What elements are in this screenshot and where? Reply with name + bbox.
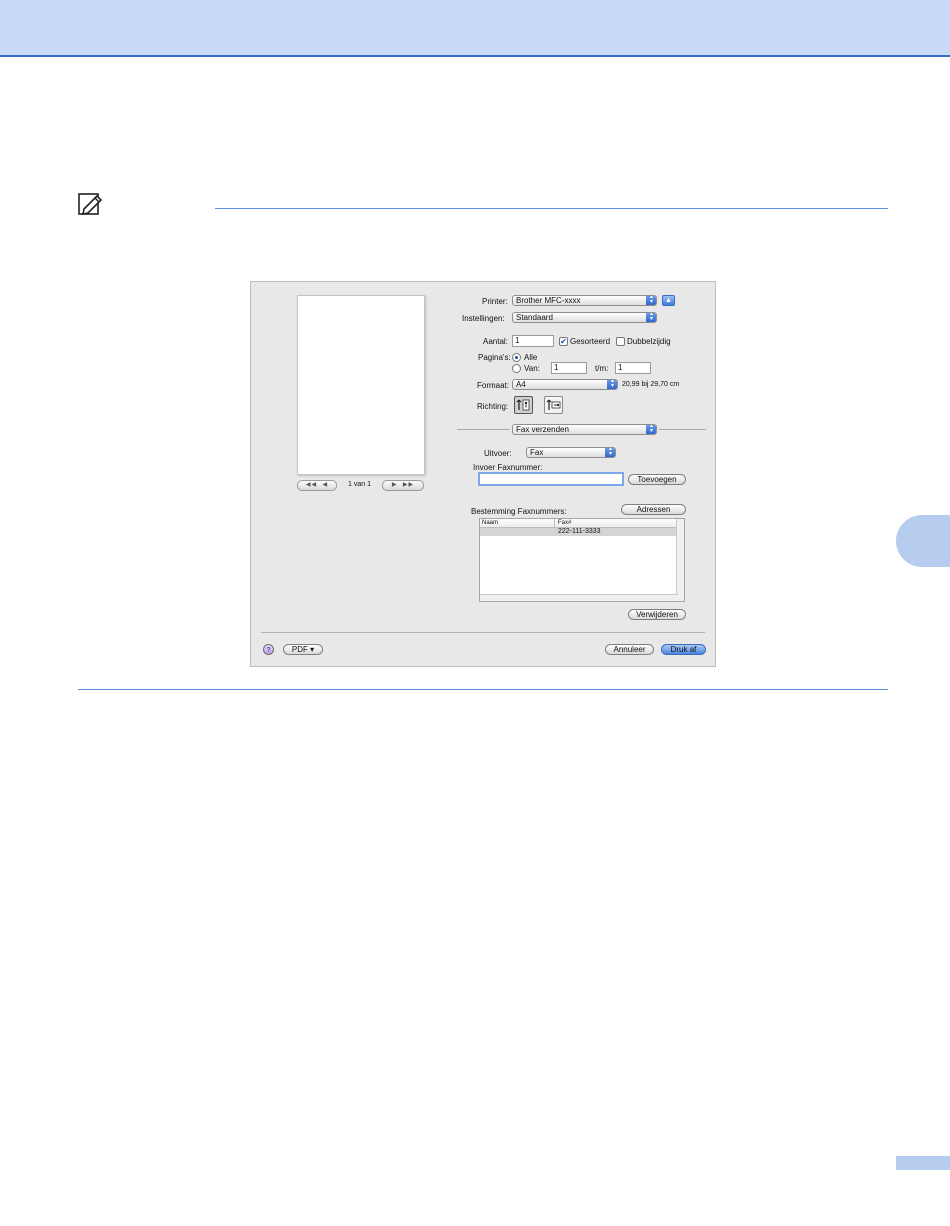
panel-separator-right [659,429,706,430]
bottom-divider [78,689,888,690]
settings-label: Instellingen: [462,314,505,323]
popup-arrows-icon: ▴ ▾ [646,296,656,305]
portrait-orientation-icon[interactable] [514,396,533,414]
vertical-scrollbar[interactable] [676,519,684,601]
pages-to-label: t/m: [595,364,609,373]
popup-arrows-icon: ▴ ▾ [607,380,617,389]
chapter-tab [896,515,950,567]
printer-select[interactable]: Brother MFC-xxxx ▴ ▾ [512,295,657,306]
popup-arrows-icon: ▴ ▾ [605,448,615,457]
copies-label: Aantal: [483,337,508,346]
nav-first-prev-buttons[interactable]: ◀◀ ◀ [297,480,337,491]
add-button[interactable]: Toevoegen [628,474,686,485]
output-value: Fax [530,448,544,457]
help-icon[interactable]: ? [263,644,274,655]
panel-separator-left [457,429,510,430]
popup-arrows-icon: ▴ ▾ [646,425,656,434]
print-button[interactable]: Druk af [661,644,706,655]
disclosure-up-icon[interactable]: ▲ [662,295,675,306]
panel-select[interactable]: Fax verzenden ▴ ▾ [512,424,657,435]
output-select[interactable]: Fax ▴ ▾ [526,447,616,458]
column-header-fax[interactable]: Fax# [558,519,571,527]
panel-value: Fax verzenden [516,425,569,434]
table-row[interactable]: 222-111-3333 [480,528,678,536]
horizontal-scrollbar[interactable] [480,594,678,601]
note-divider [215,208,888,209]
column-header-name[interactable]: Naam [482,519,498,527]
nav-next-last-buttons[interactable]: ▶ ▶▶ [382,480,424,491]
paper-size-label: Formaat: [477,381,510,390]
pages-all-label: Alle [524,353,538,362]
page-counter: 1 van 1 [348,481,371,488]
paper-size-value: A4 [516,380,526,389]
collated-checkbox[interactable]: ✔ [559,337,568,346]
footer-separator [261,632,705,633]
popup-arrows-icon: ▴ ▾ [646,313,656,322]
settings-value: Standaard [516,313,553,322]
page-preview [297,295,425,475]
destination-label: Bestemming Faxnummers: [471,507,567,516]
page-number-tab [896,1156,950,1170]
duplex-label: Dubbelzijdig [627,337,671,346]
row-fax: 222-111-3333 [558,528,601,535]
output-label: Uitvoer: [484,449,512,458]
copies-input[interactable]: 1 [512,335,554,347]
nav-next-icon[interactable]: ▶ [392,482,398,488]
print-dialog: ◀◀ ◀ 1 van 1 ▶ ▶▶ Printer: Brother MFC-x… [250,281,716,667]
nav-last-icon[interactable]: ▶▶ [403,482,414,488]
pages-to-input[interactable]: 1 [615,362,651,374]
nav-prev-icon[interactable]: ◀ [322,482,328,488]
orientation-label: Richting: [477,402,509,411]
printer-label: Printer: [482,297,508,306]
pages-range-label: Van: [524,364,540,373]
settings-select[interactable]: Standaard ▴ ▾ [512,312,657,323]
fax-number-input[interactable] [478,472,624,486]
address-button[interactable]: Adressen [621,504,686,515]
pages-from-input[interactable]: 1 [551,362,587,374]
page-header-band [0,0,950,57]
column-divider [554,519,555,527]
cancel-button[interactable]: Annuleer [605,644,654,655]
pages-label: Pagina's: [478,353,511,362]
paper-dimensions: 20,99 bij 29,70 cm [622,381,680,388]
delete-button[interactable]: Verwijderen [628,609,686,620]
note-pencil-icon [78,193,103,216]
landscape-orientation-icon[interactable] [544,396,563,414]
fax-number-label: Invoer Faxnummer: [473,463,543,472]
pages-range-radio[interactable] [512,364,521,373]
duplex-checkbox[interactable] [616,337,625,346]
printer-value: Brother MFC-xxxx [516,296,581,305]
fax-destination-table: Naam Fax# 222-111-3333 [479,518,685,602]
table-header: Naam Fax# [480,519,678,528]
pdf-button[interactable]: PDF ▾ [283,644,323,655]
nav-first-icon[interactable]: ◀◀ [306,482,317,488]
paper-size-select[interactable]: A4 ▴ ▾ [512,379,618,390]
pages-all-radio[interactable] [512,353,521,362]
collated-label: Gesorteerd [570,337,611,346]
